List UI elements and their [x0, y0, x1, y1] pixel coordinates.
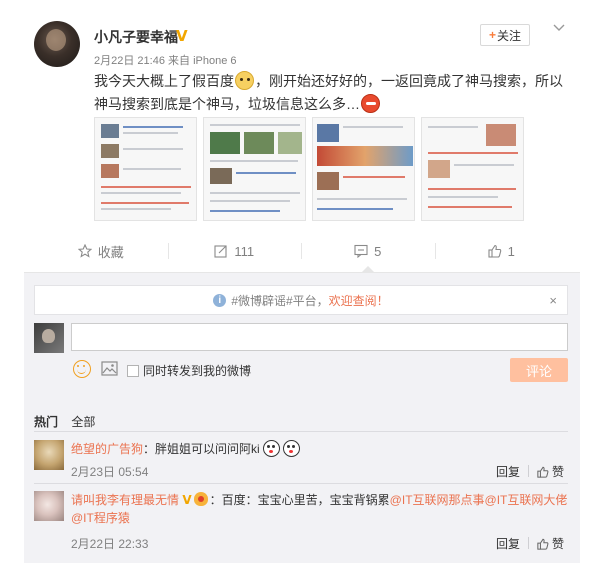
sticker-emoji-icon: [262, 440, 280, 457]
mention-link[interactable]: @IT互联网大佬: [485, 493, 568, 507]
verified-badge-icon: V: [182, 493, 192, 507]
angry-emoji-icon: [361, 94, 380, 113]
divider: [34, 483, 568, 484]
comment-text: 请叫我李有理最无情 V ：百度：宝宝心里苦，宝宝背锅累@IT互联网那点事@IT互联…: [71, 491, 568, 527]
forward-checkbox[interactable]: [127, 364, 139, 377]
favorite-button[interactable]: 收藏: [34, 235, 168, 267]
close-icon[interactable]: ×: [549, 293, 557, 308]
author-name[interactable]: 小凡子要幸福: [94, 27, 178, 47]
divider: [34, 431, 568, 432]
forward-button[interactable]: 111: [167, 235, 302, 267]
emoji-picker-icon[interactable]: [73, 360, 91, 378]
image-upload-icon[interactable]: [101, 361, 118, 376]
comment-icon: [354, 244, 368, 258]
comment-body: ：百度：宝宝心里苦，宝宝背锅累: [209, 493, 390, 507]
vip-medal-icon: [193, 492, 208, 506]
like-button[interactable]: 1: [434, 235, 569, 267]
comment-like-label: 赞: [552, 465, 565, 479]
post-meta: 2月22日 21:46 来自 iPhone 6: [94, 52, 237, 68]
notice-prefix[interactable]: #微博辟谣#平台，: [231, 292, 328, 309]
notice-highlight[interactable]: 欢迎查阅！: [329, 292, 389, 309]
comment-button[interactable]: 5: [301, 235, 435, 272]
forward-count: 111: [234, 243, 255, 259]
comment-time: 2月23日 05:54: [71, 465, 149, 479]
post-text: 我今天大概上了假百度 ，刚开始还好好的，一返回竟成了神马搜索，所以神马搜索到底是个…: [94, 70, 574, 116]
reply-button[interactable]: 回复: [496, 535, 520, 552]
post-action-bar: 收藏 111 5 1: [34, 235, 569, 272]
submit-comment-button[interactable]: 评论: [510, 358, 568, 382]
commenter-avatar[interactable]: [34, 491, 64, 521]
forward-icon: [214, 245, 227, 258]
screenshot-thumbnail[interactable]: [203, 117, 306, 221]
follow-button[interactable]: + 关注: [480, 24, 530, 46]
post-source[interactable]: iPhone 6: [193, 55, 236, 67]
comment-body: ：胖姐姐可以问问阿ki: [143, 442, 260, 456]
comment-time: 2月22日 22:33: [71, 537, 149, 551]
post-text-part1: 我今天大概上了假百度: [94, 73, 234, 89]
doge-emoji-icon: [235, 71, 254, 90]
favorite-label: 收藏: [97, 244, 124, 260]
forward-to-weibo-option[interactable]: 同时转发到我的微博: [127, 362, 251, 379]
verified-badge-icon: V: [176, 27, 188, 45]
mention-link[interactable]: @IT互联网那点事: [390, 493, 485, 507]
comment-like-button[interactable]: 赞: [537, 463, 564, 480]
comment-panel: i #微博辟谣#平台， 欢迎查阅！ × 同时转发到我的微博 评论 热门 全部 绝望…: [24, 272, 580, 563]
current-user-avatar: [34, 323, 64, 353]
divider: [528, 537, 529, 549]
mention-link[interactable]: @IT程序猿: [71, 511, 130, 525]
author-avatar[interactable]: [34, 21, 80, 67]
thumbs-up-icon: [488, 244, 501, 258]
source-prefix: 来自: [168, 55, 190, 67]
chevron-down-icon[interactable]: [553, 22, 565, 34]
reply-button[interactable]: 回复: [496, 463, 520, 480]
comment-sort-tabs: 热门 全部: [34, 413, 105, 430]
screenshot-thumbnail[interactable]: [312, 117, 415, 221]
comment-text: 绝望的广告狗：胖姐姐可以问问阿ki: [71, 440, 300, 458]
rumor-notice-banner: i #微博辟谣#平台， 欢迎查阅！ ×: [34, 285, 568, 315]
attached-screenshots: [94, 117, 524, 221]
comment-like-button[interactable]: 赞: [537, 535, 564, 552]
screenshot-thumbnail[interactable]: [94, 117, 197, 221]
comment-count: 5: [374, 243, 382, 259]
thumbs-up-icon: [537, 466, 549, 478]
commenter-name[interactable]: 请叫我李有理最无情: [71, 493, 179, 507]
follow-label: 关注: [497, 28, 522, 43]
tab-hot[interactable]: 热门: [34, 415, 58, 429]
plus-icon: +: [488, 28, 496, 42]
info-icon: i: [213, 293, 227, 307]
sticker-emoji-icon: [282, 440, 300, 457]
tab-all[interactable]: 全部: [71, 415, 95, 429]
like-count: 1: [507, 243, 515, 259]
comment-input[interactable]: [71, 323, 568, 351]
comment-like-label: 赞: [552, 537, 565, 551]
post-date[interactable]: 2月22日 21:46: [94, 55, 165, 67]
commenter-name[interactable]: 绝望的广告狗: [71, 442, 143, 456]
divider: [528, 465, 529, 477]
thumbs-up-icon: [537, 538, 549, 550]
commenter-avatar[interactable]: [34, 440, 64, 470]
star-icon: [77, 244, 92, 258]
screenshot-thumbnail[interactable]: [421, 117, 524, 221]
forward-option-label: 同时转发到我的微博: [143, 364, 252, 378]
